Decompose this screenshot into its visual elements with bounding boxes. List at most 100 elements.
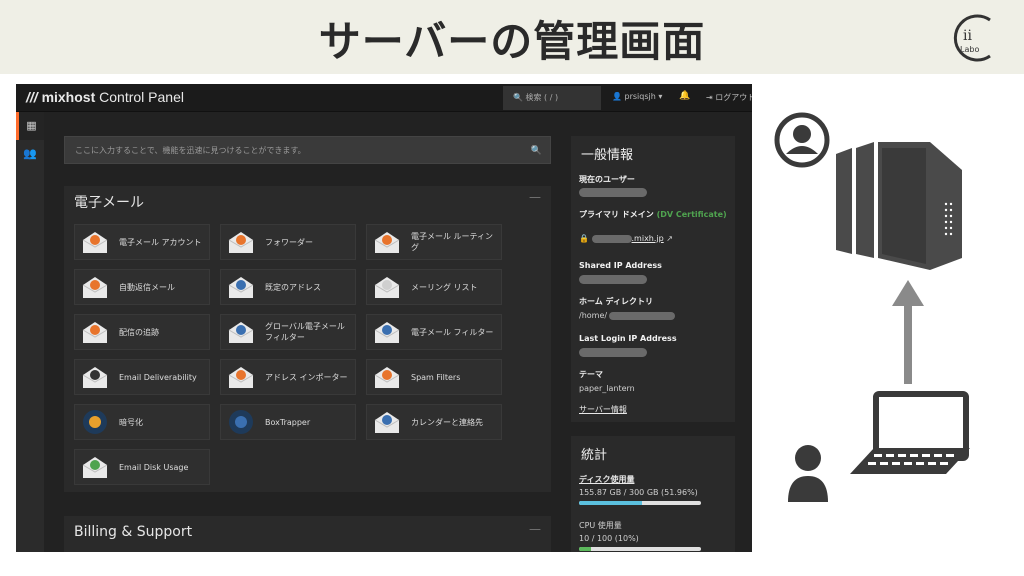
email-tile[interactable]: 電子メール フィルター [366,314,502,350]
disk-usage-bar [579,501,701,505]
boxtrapper-icon [229,410,253,434]
email-tile[interactable]: メーリング リスト [366,269,502,305]
email-filters-icon [374,322,400,343]
theme-value: paper_lantern [579,384,635,393]
collapse-button[interactable]: — [529,522,541,536]
disk-usage-value: 155.87 GB / 300 GB (51.96%) [579,488,698,497]
email-tile[interactable]: Spam Filters [366,359,502,395]
email-tile-label: Email Deliverability [119,372,197,382]
disk-usage-fill [579,501,643,505]
side-nav: ▦ 👥 [16,112,44,552]
domain-value[interactable]: 🔒 .mixh.jp ↗ [579,234,673,243]
grid-icon[interactable]: ▦ [16,112,44,140]
brand-logo[interactable]: /// mixhost Control Panel [26,89,184,105]
server-info-link[interactable]: サーバー情報 [579,404,627,415]
email-tile-label: カレンダーと連絡先 [411,417,483,427]
email-tile[interactable]: フォワーダー [220,224,356,260]
current-user-label: 現在のユーザー [579,175,635,184]
email-tile-label: 電子メール フィルター [411,327,494,337]
email-tile-label: 電子メール アカウント [119,237,202,247]
redacted-value [579,348,647,357]
chii-labo-logo-icon: ii Labo [953,14,991,62]
email-tile-label: アドレス インポーター [265,372,348,382]
email-tile[interactable]: 配信の追跡 [74,314,210,350]
home-dir-value: /home/ [579,311,676,320]
deliverability-icon [82,367,108,388]
address-importer-icon [228,367,254,388]
general-info-panel: 一般情報 現在のユーザー プライマリ ドメイン (DV Certificate)… [571,136,735,422]
encryption-icon [83,410,107,434]
track-delivery-icon [82,322,108,343]
redacted-value [579,275,647,284]
email-tile[interactable]: 電子メール ルーティング [366,224,502,260]
email-tile-label: 自動返信メール [119,282,175,292]
email-tile-label: 暗号化 [119,417,143,427]
billing-panel: Billing & Support — [64,516,551,552]
redacted-value [579,188,647,197]
email-tile-label: 配信の追跡 [119,327,159,337]
cpu-usage-value: 10 / 100 (10%) [579,534,639,543]
global-filters-icon [228,322,254,343]
search-icon: 🔍 [530,146,542,156]
slide-title: サーバーの管理画面 [318,17,706,66]
email-tile[interactable]: 電子メール アカウント [74,224,210,260]
header-search-input[interactable]: 🔍 検索 ( / ) [503,86,601,110]
theme-label: テーマ [579,370,603,379]
disk-usage-link[interactable]: ディスク使用量 [579,474,634,485]
general-info-title: 一般情報 [581,148,634,163]
users-icon[interactable]: 👥 [16,140,44,168]
title-banner: サーバーの管理画面 ii Labo [0,0,1024,74]
email-tile[interactable]: BoxTrapper [220,404,356,440]
cpu-usage-fill [579,547,592,551]
user-menu[interactable]: 👤 prsiqsjh ▾ [612,92,662,101]
home-dir-label: ホーム ディレクトリ [579,297,653,306]
email-routing-icon [374,232,400,253]
disk-usage-icon [82,457,108,478]
email-tile[interactable]: アドレス インポーター [220,359,356,395]
svg-text:ii: ii [963,28,972,44]
email-tile[interactable]: Email Deliverability [74,359,210,395]
logout-button[interactable]: ⇥ ログアウト [706,92,752,103]
server-icon [836,142,962,270]
stats-title: 統計 [581,448,608,463]
email-panel-title: 電子メール [74,195,144,211]
bell-icon[interactable]: 🔔 [679,91,690,101]
email-tile-label: フォワーダー [265,237,313,247]
email-accounts-icon [82,232,108,253]
email-tile[interactable]: 暗号化 [74,404,210,440]
primary-domain-label: プライマリ ドメイン (DV Certificate) [579,210,727,219]
email-tile[interactable]: グローバル電子メール フィルター [220,314,356,350]
quick-search-input[interactable]: ここに入力することで、機能を迅速に見つけることができます。 🔍 [64,136,551,164]
up-arrow-icon [892,280,924,384]
client-user-icon [788,445,828,502]
top-bar: /// mixhost Control Panel 🔍 検索 ( / ) 👤 p… [16,84,752,112]
default-address-icon [228,277,254,298]
cpu-usage-bar [579,547,701,551]
calendars-icon [374,412,400,433]
email-tile[interactable]: 自動返信メール [74,269,210,305]
email-tile-label: メーリング リスト [411,282,478,292]
autoresponders-icon [82,277,108,298]
forwarders-icon [228,232,254,253]
email-tile[interactable]: カレンダーと連絡先 [366,404,502,440]
cpu-usage-label: CPU 使用量 [579,521,622,530]
admin-user-icon [774,112,830,168]
email-tile[interactable]: Email Disk Usage [74,449,210,485]
collapse-button[interactable]: — [529,190,541,204]
stats-panel: 統計 ディスク使用量 155.87 GB / 300 GB (51.96%) C… [571,436,735,552]
billing-panel-title: Billing & Support [74,524,193,540]
email-tile-label: 電子メール ルーティング [411,232,494,252]
email-tile[interactable]: 既定のアドレス [220,269,356,305]
server-client-illustration [774,112,970,502]
last-login-label: Last Login IP Address [579,334,677,343]
email-tile-label: Email Disk Usage [119,462,189,472]
spam-filters-icon [374,367,400,388]
email-tile-label: 既定のアドレス [265,282,321,292]
svg-text:Labo: Labo [960,45,979,54]
email-tile-label: グローバル電子メール フィルター [265,322,345,342]
shared-ip-label: Shared IP Address [579,261,662,270]
email-panel: 電子メール — 電子メール アカウント フォワーダー 電子メール ルーティング自動返… [64,186,551,492]
mailing-lists-icon [374,277,400,298]
cpanel-screenshot: /// mixhost Control Panel 🔍 検索 ( / ) 👤 p… [16,84,752,552]
email-tile-label: BoxTrapper [265,417,311,427]
